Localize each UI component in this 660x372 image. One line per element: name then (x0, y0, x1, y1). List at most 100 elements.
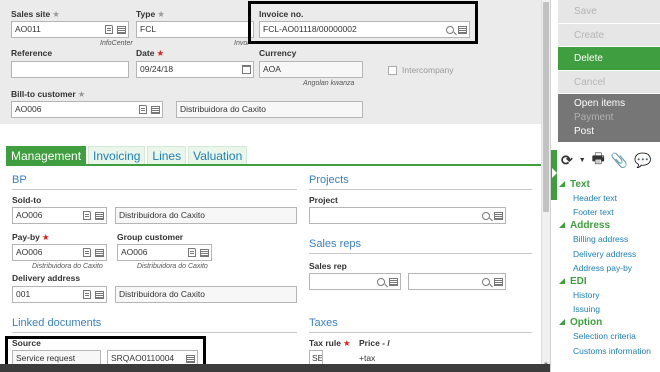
search-icon[interactable] (377, 277, 385, 286)
save-button[interactable]: Save (558, 0, 660, 23)
section-linked-title: Linked documents (12, 317, 102, 329)
bill-to-name: Distribuidora do Caxito (176, 101, 363, 118)
scrollbar-thumb[interactable] (543, 2, 549, 212)
link-history[interactable]: History (559, 288, 660, 302)
group-customer-field[interactable]: AO006 (117, 244, 212, 261)
list-icon[interactable] (95, 211, 104, 220)
currency-field[interactable]: AOA (259, 61, 363, 78)
type-field[interactable]: FCL (136, 21, 254, 38)
list-icon[interactable] (494, 277, 503, 286)
price-label: Price - / (359, 338, 390, 348)
file-icon[interactable] (83, 290, 91, 299)
attachment-icon[interactable]: 📎 (611, 152, 628, 169)
sold-to-field[interactable]: AO006 (12, 207, 107, 224)
tab-management[interactable]: Management (6, 146, 87, 164)
expand-icon (559, 319, 565, 326)
file-icon[interactable] (139, 105, 147, 114)
reference-input[interactable] (11, 61, 129, 78)
file-icon[interactable] (83, 248, 91, 257)
file-icon[interactable] (105, 25, 113, 34)
list-icon[interactable] (95, 290, 104, 299)
bill-to-field[interactable]: AO006 (11, 101, 163, 118)
bill-to-label: Bill-to customer ★ (11, 89, 86, 99)
expand-icon (559, 222, 565, 229)
type-description: Invoi (234, 40, 249, 47)
delete-button[interactable]: Delete (558, 47, 660, 70)
list-icon[interactable] (389, 277, 398, 286)
link-billing-address[interactable]: Billing address (559, 232, 660, 246)
pay-by-label: Pay-by ★ (12, 232, 50, 242)
bottom-bar (0, 364, 550, 372)
price-value: +tax (359, 353, 376, 363)
group-text[interactable]: Text (559, 178, 660, 191)
sales-site-description: InfoCenter (100, 40, 133, 47)
project-field[interactable] (309, 207, 506, 224)
group-option[interactable]: Option (559, 316, 660, 329)
intercompany-checkbox[interactable] (388, 66, 397, 75)
open-items-action[interactable]: Open items (574, 97, 660, 111)
expand-icon (559, 277, 565, 284)
list-icon[interactable] (117, 25, 126, 34)
comment-icon[interactable]: 💬 (634, 152, 651, 169)
list-icon[interactable] (200, 248, 209, 257)
sales-rep-2-field[interactable] (408, 273, 506, 290)
link-selection-criteria[interactable]: Selection criteria (559, 329, 660, 343)
sold-to-label: Sold-to (12, 195, 42, 205)
action-panel: Save Create Delete Cancel Open items Pay… (550, 0, 660, 372)
print-icon[interactable]: 🖶 (592, 148, 605, 172)
link-delivery-address[interactable]: Delivery address (559, 247, 660, 261)
create-button[interactable]: Create (558, 23, 660, 46)
divider (309, 253, 532, 254)
tab-invoicing[interactable]: Invoicing (88, 146, 146, 164)
section-projects-title: Projects (309, 174, 349, 186)
list-icon[interactable] (494, 211, 503, 220)
refresh-icon[interactable]: ⟳ (561, 152, 573, 169)
invoice-header: Sales site ★ AO011 InfoCenter Type ★ FCL I… (0, 0, 541, 124)
sold-to-name: Distribuidora do Caxito (115, 207, 297, 224)
link-header-text[interactable]: Header text (559, 191, 660, 205)
payment-action[interactable]: Payment (574, 111, 660, 125)
delivery-address-field[interactable]: 001 (12, 286, 107, 303)
file-icon[interactable] (83, 211, 91, 220)
tab-valuation[interactable]: Valuation (188, 146, 248, 164)
tax-rule-label: Tax rule ★ (309, 338, 351, 348)
date-label: Date ★ (136, 48, 165, 58)
type-label: Type ★ (136, 9, 165, 19)
link-issuing[interactable]: Issuing (559, 302, 660, 316)
group-customer-description: Distribuidora do Caxito (137, 263, 208, 270)
divider (309, 332, 532, 333)
main-scrollbar[interactable]: ▼ (541, 0, 550, 372)
management-panel: BP Sold-to AO006 Distribuidora do Caxito… (0, 166, 541, 372)
group-edi[interactable]: EDI (559, 275, 660, 288)
calendar-icon[interactable] (242, 65, 251, 74)
list-icon[interactable] (151, 105, 160, 114)
date-field[interactable]: 09/24/18 (136, 61, 254, 78)
divider (12, 189, 297, 190)
sales-site-label: Sales site ★ (11, 9, 60, 19)
actions-menu: Open items Payment Post (558, 94, 660, 142)
pay-by-field[interactable]: AO006 (12, 244, 107, 261)
panel-collapse-handle[interactable] (551, 150, 557, 200)
dropdown-chevron-icon[interactable]: ▼ (579, 157, 586, 164)
search-icon[interactable] (482, 277, 490, 286)
file-icon[interactable] (188, 248, 196, 257)
cancel-button[interactable]: Cancel (558, 70, 660, 93)
list-icon[interactable] (95, 248, 104, 257)
tab-lines[interactable]: Lines (147, 146, 187, 164)
section-bp-title: BP (12, 174, 27, 186)
delivery-address-label: Delivery address (12, 273, 81, 283)
link-address-pay-by[interactable]: Address pay-by (559, 261, 660, 275)
section-taxes-title: Taxes (309, 317, 338, 329)
group-address[interactable]: Address (559, 219, 660, 232)
search-icon[interactable] (482, 211, 490, 220)
group-customer-label: Group customer (117, 232, 184, 242)
highlight-box-invoice (248, 1, 478, 44)
sales-rep-label: Sales rep (309, 261, 347, 271)
sales-rep-1-field[interactable] (309, 273, 401, 290)
link-footer-text[interactable]: Footer text (559, 205, 660, 219)
post-action[interactable]: Post (574, 125, 660, 139)
sales-site-field[interactable]: AO011 (11, 21, 129, 38)
link-customs-information[interactable]: Customs information (559, 344, 660, 358)
currency-description: Angolan kwanza (303, 80, 355, 87)
expand-icon (559, 181, 565, 187)
